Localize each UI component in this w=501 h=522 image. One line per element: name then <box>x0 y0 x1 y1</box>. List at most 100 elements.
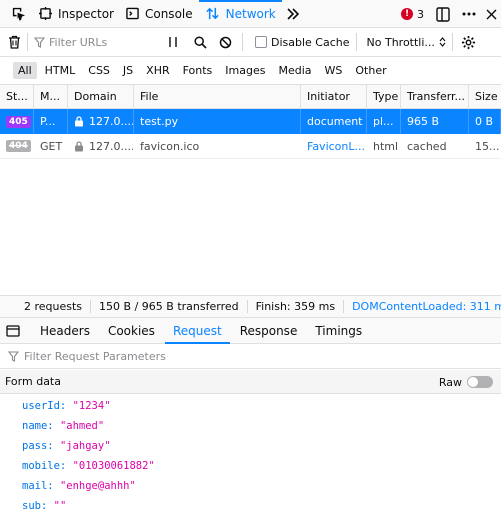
raw-toggle[interactable]: Raw <box>439 370 493 394</box>
table-row[interactable]: 405 P... 127.0.... test.py document pl..… <box>0 109 501 134</box>
options-menu-button[interactable] <box>462 12 476 16</box>
updown-arrow-icon <box>439 37 446 47</box>
type-filter-fonts[interactable]: Fonts <box>178 62 218 79</box>
tab-network[interactable]: Network <box>198 0 282 28</box>
divider <box>451 33 453 51</box>
column-header-size[interactable]: Size <box>469 85 501 108</box>
lock-icon <box>75 140 83 151</box>
gear-icon <box>461 35 475 49</box>
search-button[interactable] <box>194 35 207 49</box>
type-filter-js[interactable]: JS <box>118 62 138 79</box>
pause-icon <box>169 37 177 47</box>
tab-request[interactable]: Request <box>164 318 230 344</box>
raw-switch[interactable] <box>467 376 493 388</box>
column-header-file[interactable]: File <box>134 85 301 108</box>
filter-icon <box>34 36 45 48</box>
close-devtools-button[interactable] <box>486 9 497 20</box>
disable-cache-checkbox[interactable]: Disable Cache <box>255 36 350 49</box>
column-header-transferred[interactable]: Transferr... <box>401 85 469 108</box>
type-filter-images[interactable]: Images <box>220 62 270 79</box>
filter-urls-input[interactable] <box>49 35 159 49</box>
tab-cookies[interactable]: Cookies <box>100 318 163 344</box>
type-filter-css[interactable]: CSS <box>83 62 115 79</box>
filter-request-params-field[interactable]: Filter Request Parameters <box>0 345 501 369</box>
throttling-select[interactable]: No Throttli... <box>367 36 446 49</box>
filter-icon <box>8 351 19 362</box>
column-header-domain[interactable]: Domain <box>68 85 134 108</box>
toggle-sidebar-button[interactable] <box>6 324 20 337</box>
column-header-type[interactable]: Type <box>367 85 401 108</box>
list-item[interactable]: mobile: "01030061882" <box>22 456 155 476</box>
dock-icon <box>436 6 450 22</box>
requests-table: St... M... Domain File Initiator Type Tr… <box>0 85 501 159</box>
divider <box>27 33 28 51</box>
error-count-badge[interactable]: ! 3 <box>401 8 424 21</box>
tab-inspector-label: Inspector <box>58 6 114 21</box>
column-header-method[interactable]: M... <box>34 85 68 108</box>
list-item[interactable]: name: "ahmed" <box>22 416 155 436</box>
filter-urls-field[interactable] <box>34 32 164 52</box>
param-value: "1234" <box>72 400 111 412</box>
more-tools-button[interactable] <box>282 0 304 28</box>
trash-icon <box>9 35 20 49</box>
type-filter-xhr[interactable]: XHR <box>141 62 174 79</box>
type-cell: html <box>373 139 399 153</box>
list-item[interactable]: sub: "" <box>22 496 155 516</box>
filter-params-placeholder: Filter Request Parameters <box>24 350 166 363</box>
tab-inspector[interactable]: Inspector <box>33 0 120 28</box>
file-cell: favicon.ico <box>140 139 200 153</box>
list-item[interactable]: mail: "enhge@ahhh" <box>22 476 155 496</box>
pick-element-icon <box>12 7 26 21</box>
close-icon <box>486 9 497 19</box>
raw-label: Raw <box>438 375 462 389</box>
pause-button[interactable] <box>168 36 178 48</box>
param-value: "enhge@ahhh" <box>59 480 136 492</box>
pick-element-button[interactable] <box>4 0 33 28</box>
transferred-total: 150 B / 965 B transferred <box>91 300 248 313</box>
param-key: name: <box>22 420 54 432</box>
type-filter-all[interactable]: All <box>13 62 37 79</box>
table-header: St... M... Domain File Initiator Type Tr… <box>0 85 501 109</box>
param-key: pass: <box>22 440 54 452</box>
column-header-status[interactable]: St... <box>0 85 34 108</box>
search-icon <box>194 35 207 49</box>
domain-cell: 127.0.... <box>68 109 134 134</box>
type-filter-ws[interactable]: WS <box>320 62 348 79</box>
file-cell: test.py <box>134 109 301 134</box>
param-key: userId: <box>22 400 67 412</box>
status-badge: 404 <box>6 140 31 152</box>
finish-time: Finish: 359 ms <box>248 300 345 313</box>
network-icon <box>205 6 220 21</box>
type-filter-other[interactable]: Other <box>350 62 391 79</box>
type-filter-media[interactable]: Media <box>273 62 316 79</box>
block-icon <box>219 36 232 48</box>
tab-console-label: Console <box>144 6 193 21</box>
checkbox-box[interactable] <box>255 36 267 48</box>
list-item[interactable]: pass: "jahgay" <box>22 436 155 456</box>
size-cell: 15... <box>475 139 500 153</box>
list-item[interactable]: userId: "1234" <box>22 396 155 416</box>
clear-button[interactable] <box>8 35 21 49</box>
table-row[interactable]: 404 GET 127.0.... favicon.ico FaviconL..… <box>0 134 501 159</box>
param-key: sub: <box>22 500 48 512</box>
network-settings-button[interactable] <box>461 35 476 50</box>
domain-cell: 127.0.... <box>68 134 134 158</box>
more-icon <box>462 12 476 16</box>
tab-response[interactable]: Response <box>232 318 306 344</box>
transferred-cell: cached <box>407 139 447 153</box>
lock-icon <box>75 116 83 127</box>
transferred-cell: 965 B <box>401 109 469 134</box>
tab-console[interactable]: Console <box>120 0 199 28</box>
tab-timings[interactable]: Timings <box>307 318 370 344</box>
column-header-initiator[interactable]: Initiator <box>301 85 367 108</box>
tab-headers[interactable]: Headers <box>32 318 98 344</box>
initiator-link[interactable]: FaviconL... <box>301 134 367 158</box>
tab-network-label: Network <box>225 6 276 21</box>
error-count: 3 <box>417 7 424 21</box>
param-value: "jahgay" <box>59 440 111 452</box>
domain-text: 127.0.... <box>89 115 134 128</box>
dock-side-button[interactable] <box>436 6 450 22</box>
error-icon: ! <box>401 8 413 20</box>
block-requests-button[interactable] <box>219 36 232 49</box>
type-filter-html[interactable]: HTML <box>40 62 81 79</box>
